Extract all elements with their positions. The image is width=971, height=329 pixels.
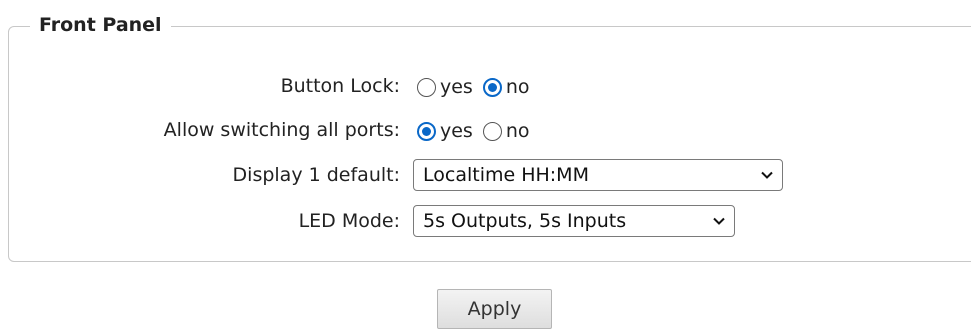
allow-switching-yes-label[interactable]: yes xyxy=(440,120,473,142)
button-lock-no-label[interactable]: no xyxy=(506,76,530,98)
display1-default-select[interactable]: Localtime HH:MM xyxy=(413,159,783,191)
allow-switching-no-label[interactable]: no xyxy=(506,120,530,142)
apply-button[interactable]: Apply xyxy=(437,289,552,329)
display1-default-value: Localtime HH:MM xyxy=(423,164,589,186)
allow-switching-yes-radio[interactable] xyxy=(417,121,436,141)
display1-default-label: Display 1 default: xyxy=(232,164,400,186)
led-mode-value: 5s Outputs, 5s Inputs xyxy=(423,210,627,232)
led-mode-select[interactable]: 5s Outputs, 5s Inputs xyxy=(413,205,735,237)
allow-switching-radio-group: yes no xyxy=(417,119,530,143)
chevron-down-icon xyxy=(761,171,773,179)
front-panel-legend: Front Panel xyxy=(30,12,171,38)
button-lock-yes-label[interactable]: yes xyxy=(440,76,473,98)
button-lock-label: Button Lock: xyxy=(280,75,400,97)
button-lock-yes-option[interactable]: yes xyxy=(417,76,473,98)
allow-switching-no-radio[interactable] xyxy=(482,121,502,141)
led-mode-label: LED Mode: xyxy=(298,210,400,232)
allow-switching-label: Allow switching all ports: xyxy=(163,119,400,141)
button-lock-no-radio[interactable] xyxy=(482,77,502,97)
allow-switching-yes-option[interactable]: yes xyxy=(417,120,473,142)
allow-switching-no-option[interactable]: no xyxy=(482,120,530,142)
chevron-down-icon xyxy=(713,217,725,225)
button-lock-yes-radio[interactable] xyxy=(417,77,436,97)
button-lock-no-option[interactable]: no xyxy=(482,76,530,98)
button-lock-radio-group: yes no xyxy=(417,75,530,99)
